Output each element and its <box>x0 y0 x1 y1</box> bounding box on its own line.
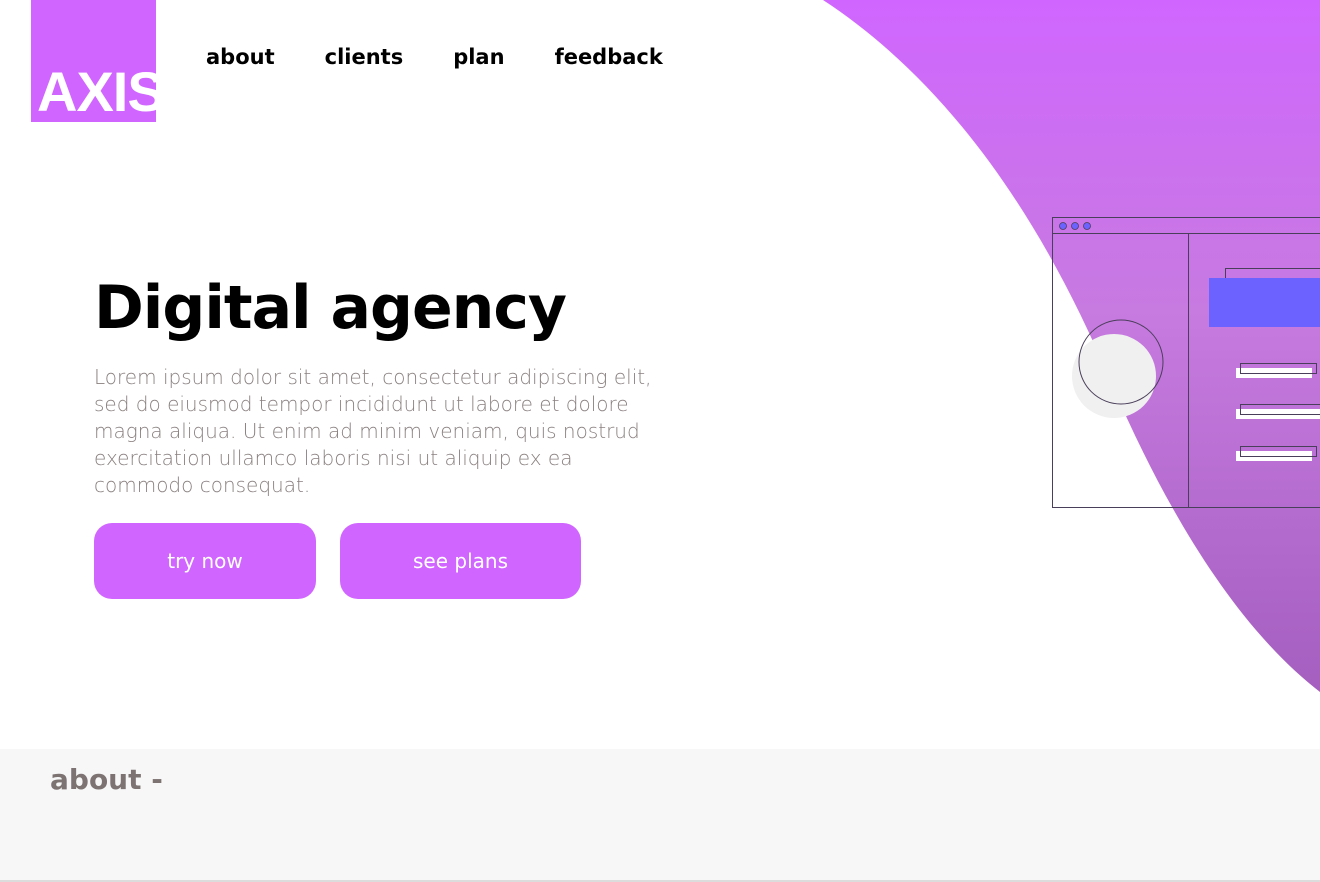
nav-link-clients[interactable]: clients <box>325 44 404 70</box>
logo-text: AXIS <box>37 60 156 122</box>
hero-lead-text: Lorem ipsum dolor sit amet, consectetur … <box>94 365 652 497</box>
main-nav: about clients plan feedback <box>206 44 713 70</box>
hero-headline: Digital agency <box>94 273 567 343</box>
about-section: about - <box>0 749 1320 881</box>
nav-link-plan[interactable]: plan <box>453 44 504 70</box>
nav-link-feedback[interactable]: feedback <box>555 44 663 70</box>
try-now-button[interactable]: try now <box>94 523 316 599</box>
about-section-title: about - <box>50 763 163 796</box>
nav-link-about[interactable]: about <box>206 44 275 70</box>
browser-window-illustration <box>1052 217 1320 508</box>
see-plans-button[interactable]: see plans <box>340 523 581 599</box>
logo[interactable]: AXIS <box>31 0 156 122</box>
hero-section: AXIS about clients plan feedback Digital… <box>0 0 1320 749</box>
